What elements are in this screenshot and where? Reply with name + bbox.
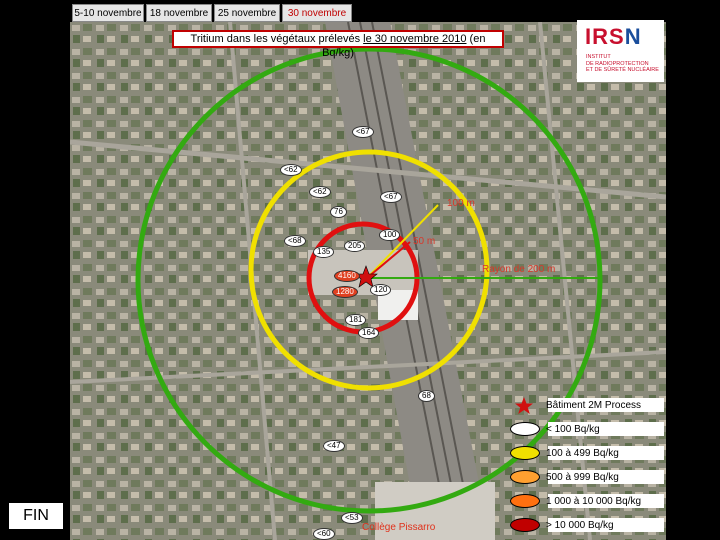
label-200m: Rayon de 200 m [482, 264, 556, 275]
legend-swatch-yellow [510, 446, 540, 460]
legend-swatch-orange [510, 494, 540, 508]
sample-label: <67 [352, 126, 374, 138]
tab-5-10-novembre[interactable]: 5-10 novembre [72, 4, 144, 22]
irsn-logo: IRSN INSTITUT DE RADIOPROTECTION ET DE S… [577, 20, 664, 82]
label-100m: 100 m [447, 198, 475, 209]
tab-18-novembre[interactable]: 18 novembre [146, 4, 212, 22]
sample-label: <62 [309, 186, 331, 198]
legend-item: < 100 Bq/kg [546, 424, 600, 435]
sample-label: <67 [380, 191, 402, 203]
sample-label: 76 [330, 206, 347, 218]
sample-label: <62 [280, 164, 302, 176]
sample-label: 68 [418, 390, 435, 402]
legend-building: Bâtiment 2M Process [546, 400, 642, 411]
legend-swatch-light-orange [510, 470, 540, 484]
map-background [70, 22, 666, 540]
fin-button[interactable]: FIN [8, 502, 64, 530]
star-icon [515, 397, 533, 414]
legend-item: 500 à 999 Bq/kg [546, 472, 619, 483]
label-50m: 50 m [413, 236, 436, 247]
aerial-map: 100 m 50 m Rayon de 200 m <67 <62 <62 <6… [70, 22, 666, 540]
sample-label: <53 [341, 512, 363, 524]
legend-item: 100 à 499 Bq/kg [546, 448, 619, 459]
map-title: Tritium dans les végétaux prélevés le 30… [172, 30, 504, 59]
legend-item: > 10 000 Bq/kg [546, 520, 614, 531]
tab-25-novembre[interactable]: 25 novembre [214, 4, 280, 22]
sample-label: 1280 [332, 286, 358, 298]
sample-label: <60 [313, 528, 335, 540]
legend-swatch-white [510, 422, 540, 436]
sample-label: <68 [284, 235, 306, 247]
legend-item: 1 000 à 10 000 Bq/kg [546, 496, 642, 507]
sample-label: 4160 [334, 270, 360, 282]
legend-swatch-red [510, 518, 540, 532]
sample-label: <47 [323, 440, 345, 452]
school-label: Collège Pissarro [362, 522, 436, 533]
tab-30-novembre[interactable]: 30 novembre [282, 4, 352, 22]
